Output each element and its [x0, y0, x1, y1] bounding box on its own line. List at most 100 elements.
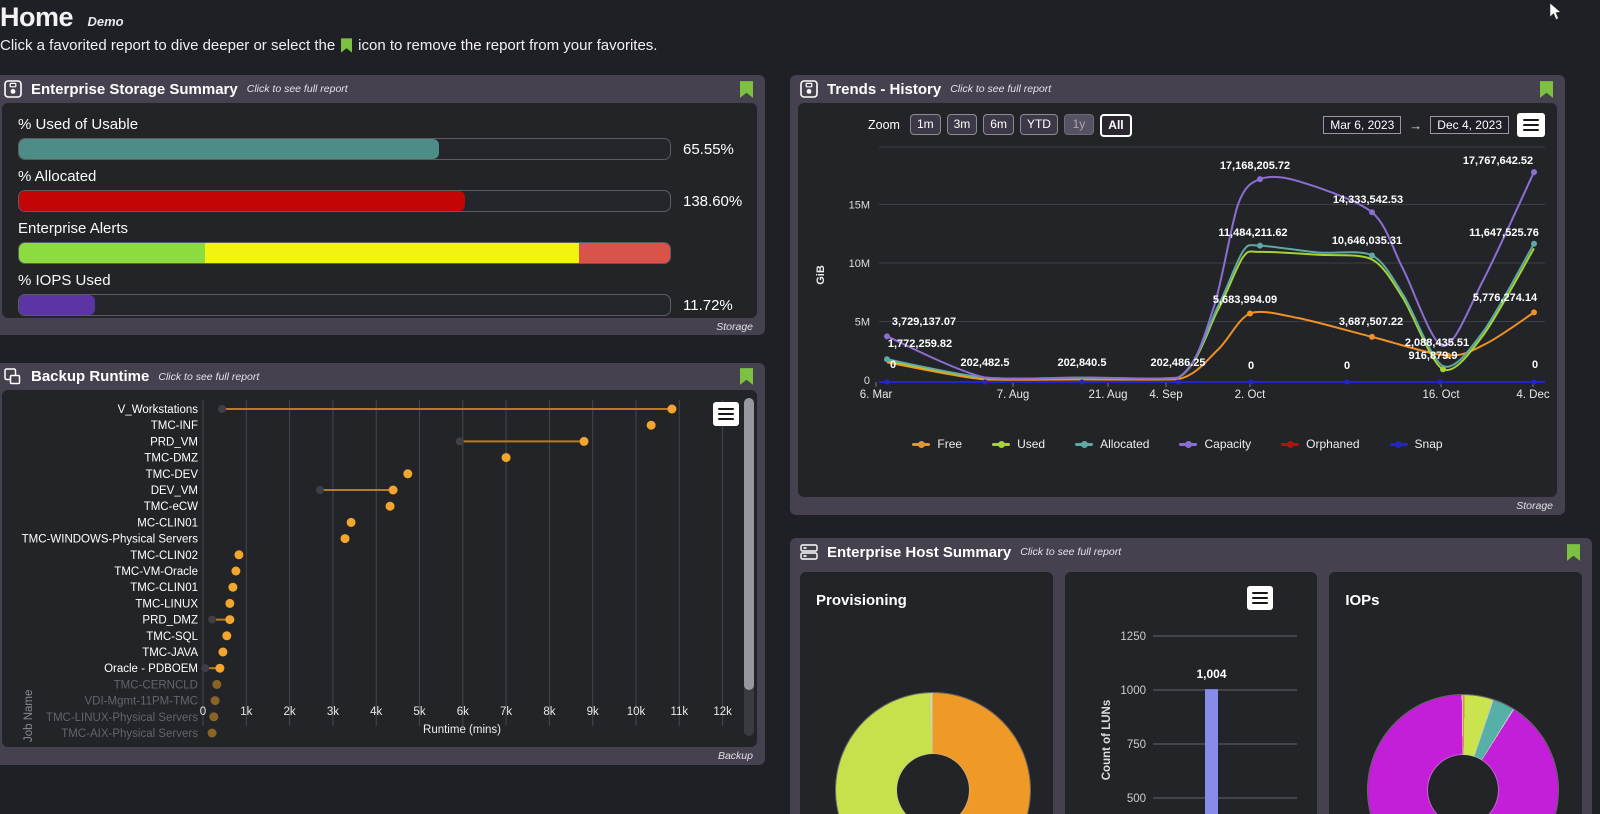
bar-value: 138.60%: [683, 192, 743, 210]
svg-text:4. Dec: 4. Dec: [1516, 389, 1549, 401]
chart-legend: Free Used Allocated Capacity Orphaned Snap: [798, 437, 1557, 451]
chart-context-menu-button[interactable]: [713, 402, 739, 426]
legend-label: Capacity: [1204, 437, 1252, 451]
right-column: Trends - History Click to see full repor…: [790, 75, 1592, 814]
svg-text:11k: 11k: [670, 706, 688, 718]
chart-scrollbar-thumb[interactable]: [744, 398, 754, 690]
svg-text:7. Aug: 7. Aug: [997, 389, 1030, 401]
bar-row: 138.60%: [18, 190, 745, 212]
favorite-bookmark-icon[interactable]: [740, 368, 753, 385]
job-name-label: PRD_DMZ: [142, 615, 198, 627]
job-name-label: TMC-CLIN01: [130, 582, 198, 594]
legend-item-snap[interactable]: Snap: [1389, 437, 1443, 451]
svg-text:3k: 3k: [327, 706, 339, 718]
page-title: Home: [0, 2, 74, 32]
chart-context-menu-button[interactable]: [1517, 113, 1545, 137]
bar-label: % Used of Usable: [18, 116, 139, 133]
favorite-bookmark-icon[interactable]: [1540, 80, 1553, 98]
backup-runtime-footer: Backup: [717, 749, 753, 762]
dashboard-page: Home Demo Click a favorited report to di…: [0, 0, 1600, 814]
job-name-label: TMC-VM-Oracle: [114, 566, 198, 578]
data-label: 17,767,642.52: [1463, 155, 1533, 167]
svg-text:1k: 1k: [240, 706, 252, 718]
progress-track: [18, 294, 671, 316]
zoom-button-3m[interactable]: 3m: [946, 113, 978, 135]
legend-label: Used: [1017, 437, 1046, 451]
storage-summary-footer: Storage: [716, 320, 753, 333]
zoom-button-ytd[interactable]: YTD: [1019, 113, 1058, 135]
svg-text:5M: 5M: [855, 317, 870, 329]
zoom-button-all[interactable]: All: [1099, 113, 1132, 137]
job-name-label: TMC-SQL: [146, 631, 198, 643]
card-title: Enterprise Storage Summary: [31, 80, 238, 98]
bar-label: Enterprise Alerts: [18, 220, 129, 237]
data-label: 0: [1532, 359, 1538, 371]
data-label: 202,840.5: [1058, 357, 1107, 369]
svg-text:9k: 9k: [587, 706, 599, 718]
progress-segment: [578, 243, 670, 263]
job-name-label: TMC-CERNCLD: [114, 679, 198, 691]
legend-label: Snap: [1414, 437, 1443, 451]
trends-history-footer: Storage: [1516, 499, 1553, 512]
card-title: Backup Runtime: [31, 368, 150, 385]
mouse-cursor-icon: [1549, 3, 1562, 20]
page-header: Home Demo: [0, 2, 124, 33]
data-label: 17,168,205.72: [1220, 160, 1290, 172]
card-subtitle: Click to see full report: [950, 83, 1052, 95]
date-from-input[interactable]: Mar 6, 2023: [1323, 116, 1402, 134]
card-subtitle: Click to see full report: [1020, 546, 1122, 558]
backup-runtime-header[interactable]: Backup Runtime Click to see full report: [0, 363, 765, 390]
svg-text:4k: 4k: [370, 706, 382, 718]
data-label: 14,333,542.53: [1333, 194, 1403, 206]
date-to-input[interactable]: Dec 4, 2023: [1430, 116, 1509, 134]
zoom-button-1m[interactable]: 1m: [909, 113, 941, 135]
legend-item-orphaned[interactable]: Orphaned: [1281, 437, 1360, 451]
data-label: 5,776,274.14: [1473, 292, 1538, 304]
svg-text:12k: 12k: [713, 706, 732, 718]
trends-history-header[interactable]: Trends - History Click to see full repor…: [790, 75, 1565, 103]
progress-segment: [204, 243, 579, 263]
svg-text:Runtime (mins): Runtime (mins): [423, 724, 501, 736]
card-storage-summary: Enterprise Storage Summary Click to see …: [0, 75, 765, 335]
favorite-bookmark-icon[interactable]: [1567, 543, 1580, 561]
legend-item-allocated[interactable]: Allocated: [1075, 437, 1149, 451]
chart-scrollbar[interactable]: [744, 398, 754, 736]
host-summary-header[interactable]: Enterprise Host Summary Click to see ful…: [790, 538, 1592, 566]
storage-summary-header[interactable]: Enterprise Storage Summary Click to see …: [0, 75, 765, 103]
zoom-buttons: 1m 3m 6m YTD 1y All: [909, 113, 1132, 137]
zoom-label: Zoom: [868, 118, 900, 132]
zoom-button-1y[interactable]: 1y: [1063, 113, 1094, 135]
backup-runtime-body: V_Workstations TMC-INF PRD_VM TMC-DMZ TMC-DE…: [2, 390, 757, 747]
card-host-summary: Enterprise Host Summary Click to see ful…: [790, 538, 1592, 814]
storage-icon: [4, 80, 22, 98]
data-label: 11,647,525.76: [1469, 227, 1539, 239]
legend-item-capacity[interactable]: Capacity: [1179, 437, 1251, 451]
svg-text:750: 750: [1126, 739, 1145, 751]
bookmark-icon: [341, 38, 353, 53]
svg-text:6. Mar: 6. Mar: [860, 389, 893, 401]
svg-text:6k: 6k: [457, 706, 469, 718]
data-label: 202,482.5: [961, 357, 1010, 369]
legend-swatch: [1281, 440, 1300, 448]
card-subtitle: Click to see full report: [158, 370, 260, 383]
date-range-arrow-icon: →: [1409, 117, 1423, 133]
card-backup-runtime: Backup Runtime Click to see full report …: [0, 363, 765, 765]
svg-text:21. Aug: 21. Aug: [1088, 389, 1127, 401]
bar-value: 65.55%: [683, 140, 734, 158]
legend-item-free[interactable]: Free: [912, 437, 962, 451]
svg-text:GiB: GiB: [815, 265, 827, 285]
svg-text:Count of LUNs: Count of LUNs: [1101, 700, 1113, 780]
chart-context-menu-button[interactable]: [1247, 586, 1274, 610]
card-title: Trends - History: [827, 80, 942, 98]
data-label: 3,729,137.07: [892, 316, 956, 328]
progress-fill: [19, 295, 96, 315]
data-label: 0: [1248, 360, 1254, 372]
job-name-label: TMC-LINUX: [135, 598, 198, 610]
bar-label: % Allocated: [18, 168, 97, 185]
provisioning-panel: Provisioning: [800, 572, 1053, 814]
zoom-button-6m[interactable]: 6m: [983, 113, 1014, 135]
legend-item-used[interactable]: Used: [992, 437, 1045, 451]
job-name-label: MC-CLIN01: [137, 517, 198, 529]
favorite-bookmark-icon[interactable]: [740, 80, 753, 98]
svg-text:2k: 2k: [284, 706, 296, 718]
